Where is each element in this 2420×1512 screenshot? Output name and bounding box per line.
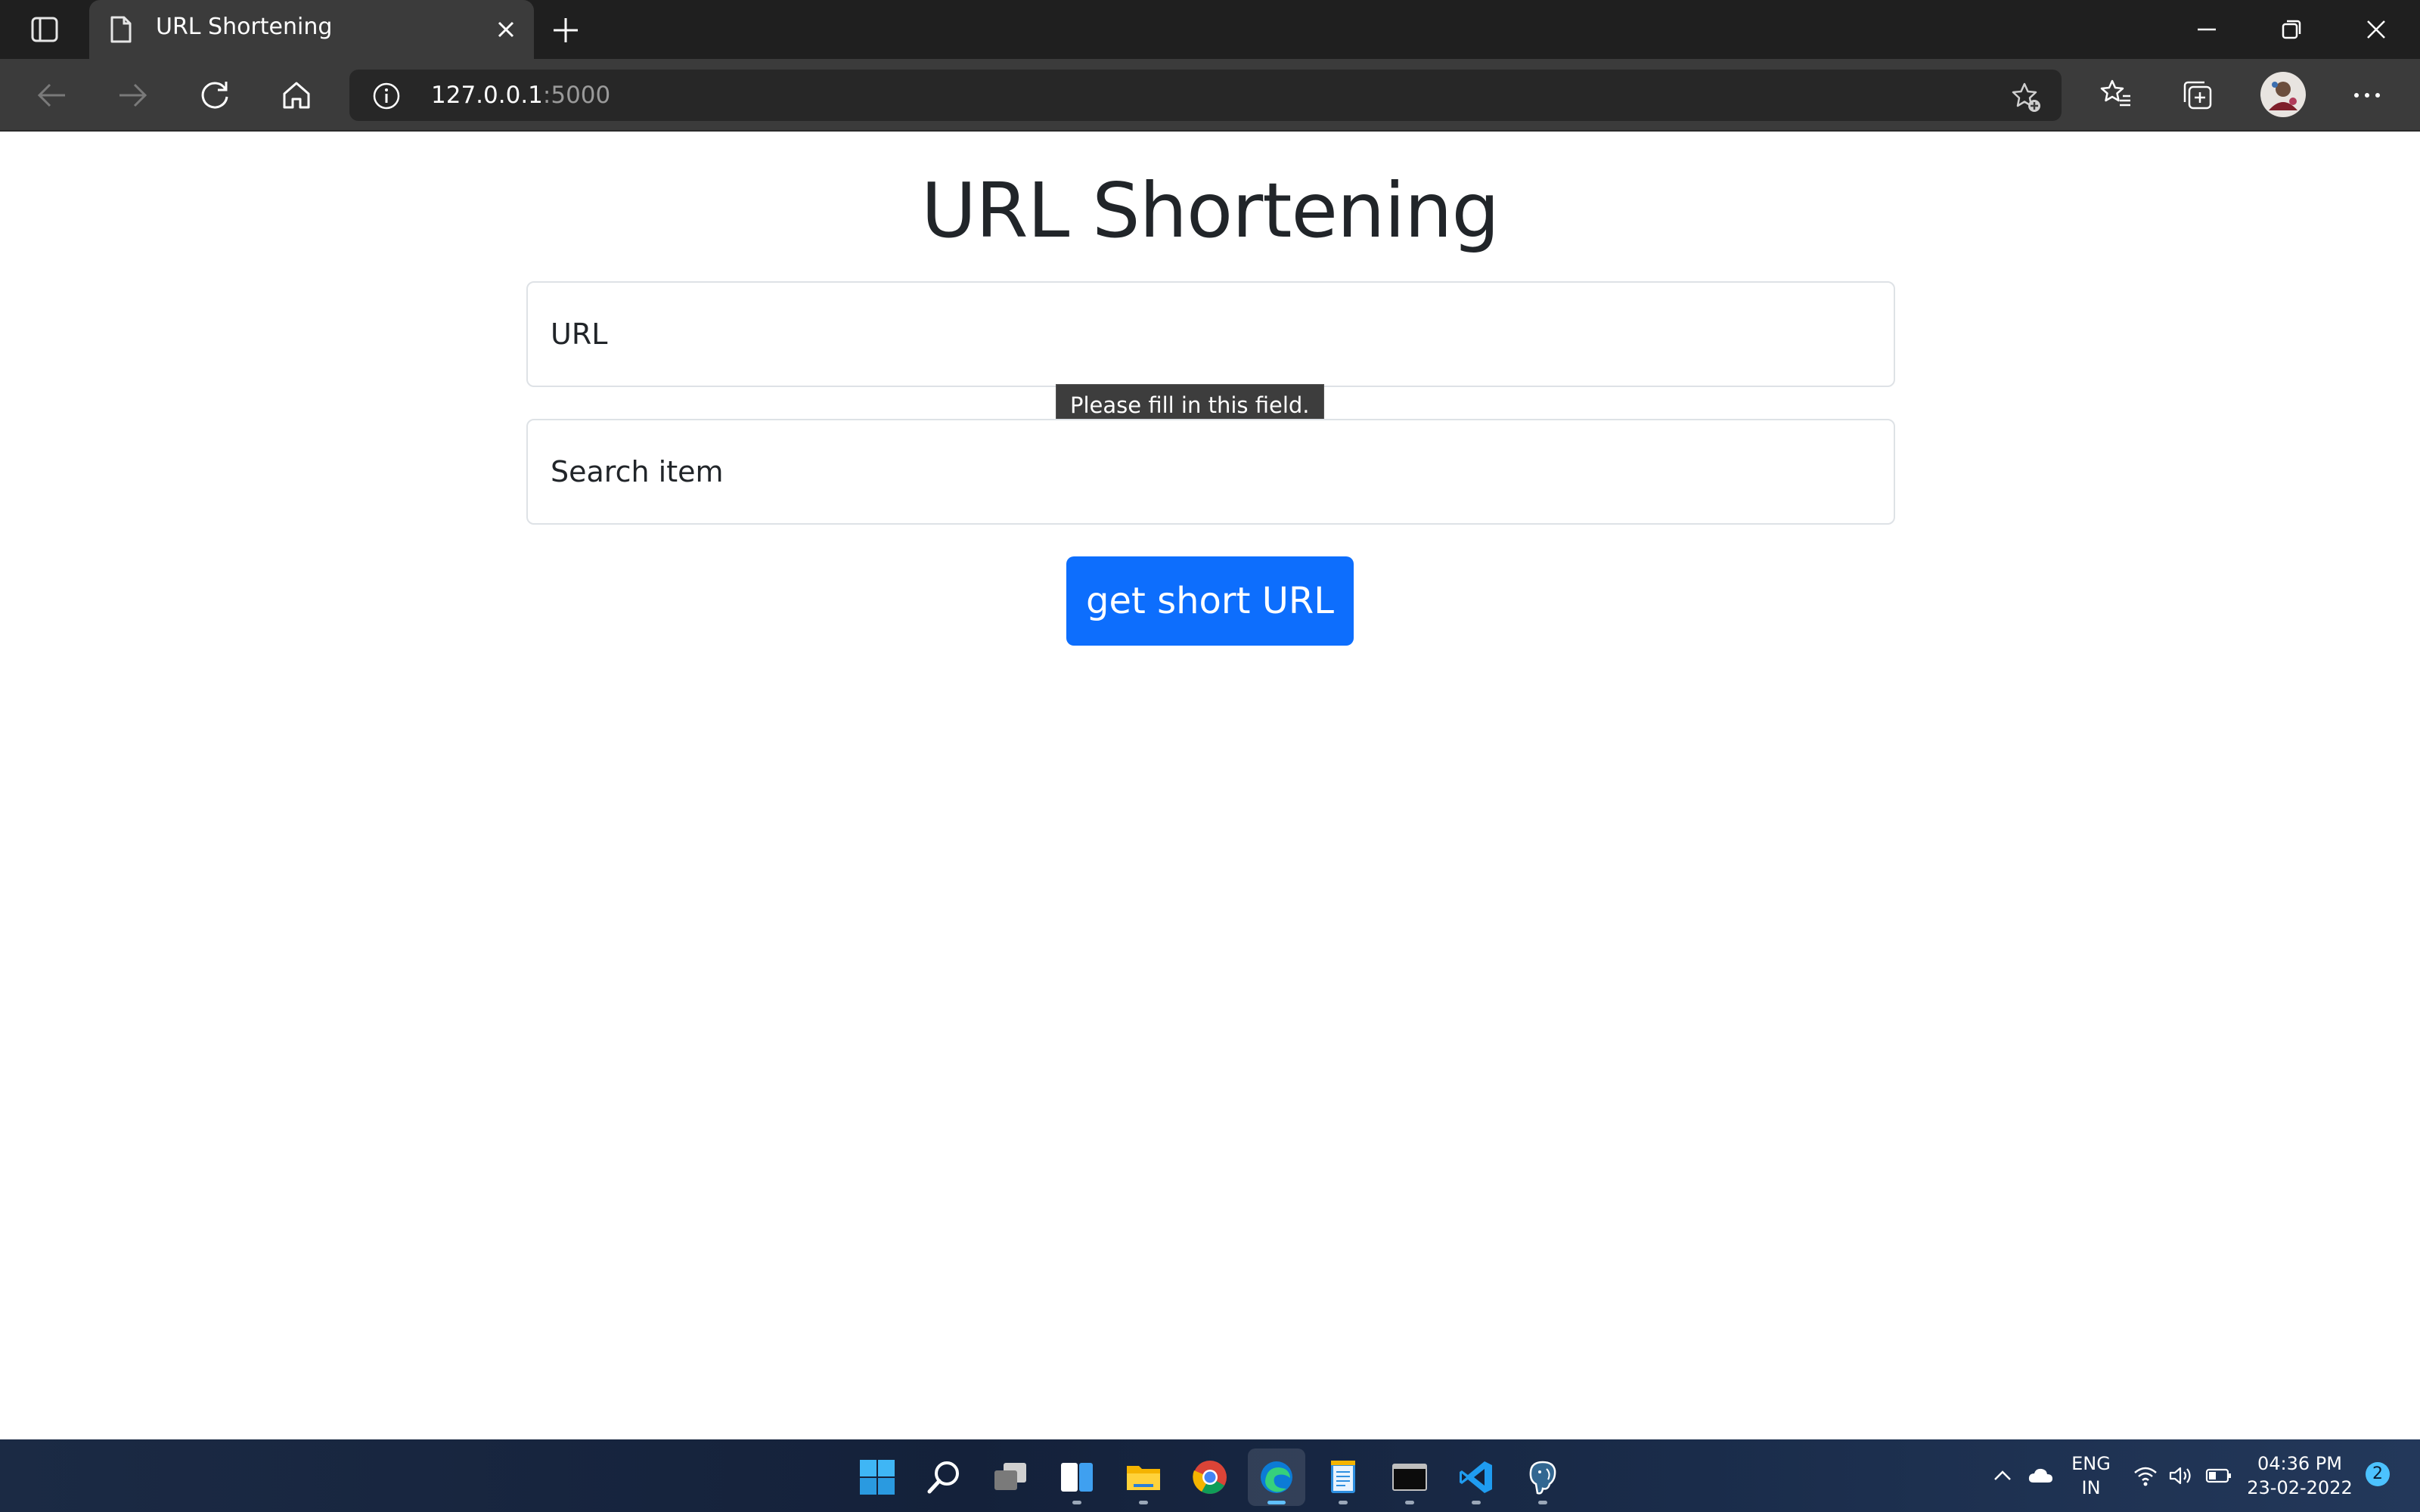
close-icon[interactable] (492, 15, 520, 44)
tab-title: URL Shortening (156, 14, 333, 40)
task-view-icon[interactable] (982, 1448, 1039, 1506)
clock-date: 23-02-2022 (2247, 1477, 2353, 1498)
page-content: URL Shortening Please fill in this field… (0, 132, 2420, 1439)
language-line2: IN (2081, 1477, 2101, 1498)
search-item-input[interactable] (551, 420, 1866, 523)
search-item-field[interactable] (526, 419, 1895, 525)
close-window-icon[interactable] (2334, 0, 2418, 59)
running-indicator (1072, 1501, 1081, 1504)
clock-time: 04:36 PM (2257, 1453, 2342, 1474)
running-indicator (1139, 1501, 1148, 1504)
taskbar: ENG IN 04:36 PM 23-02-2022 (0, 1439, 2420, 1512)
chevron-up-icon[interactable] (1986, 1439, 2019, 1512)
url-input[interactable] (551, 283, 1866, 386)
more-icon[interactable] (2347, 76, 2387, 115)
active-tab[interactable]: URL Shortening (89, 0, 534, 59)
url-host: 127.0.0.1 (431, 82, 543, 109)
search-icon[interactable] (915, 1448, 973, 1506)
running-indicator (1339, 1501, 1348, 1504)
running-indicator (1472, 1501, 1481, 1504)
wifi-icon[interactable] (2130, 1439, 2161, 1512)
home-icon[interactable] (277, 76, 316, 115)
collections-icon[interactable] (2178, 76, 2217, 115)
battery-icon[interactable] (2201, 1439, 2237, 1512)
running-indicator (1405, 1501, 1414, 1504)
terminal-icon[interactable] (1381, 1448, 1438, 1506)
minimize-icon[interactable] (2164, 0, 2249, 59)
edge-icon[interactable] (1248, 1448, 1305, 1506)
get-short-url-button[interactable]: get short URL (1066, 556, 1354, 646)
clock[interactable]: 04:36 PM 23-02-2022 (2243, 1439, 2356, 1512)
language-indicator[interactable]: ENG IN (2065, 1439, 2118, 1512)
notepad-icon[interactable] (1314, 1448, 1372, 1506)
info-icon[interactable] (372, 82, 401, 110)
url-text[interactable]: 127.0.0.1:5000 (431, 82, 610, 109)
back-icon[interactable] (32, 76, 71, 115)
url-port: :5000 (542, 82, 611, 109)
document-icon (109, 15, 133, 44)
running-indicator (1267, 1501, 1286, 1504)
running-indicator (1538, 1501, 1547, 1504)
url-field[interactable] (526, 281, 1895, 387)
postgresql-icon[interactable] (1514, 1448, 1571, 1506)
language-line1: ENG (2071, 1453, 2111, 1474)
address-bar[interactable]: 127.0.0.1:5000 (349, 70, 2062, 121)
browser-toolbar: 127.0.0.1:5000 (0, 59, 2420, 132)
favorites-icon[interactable] (2096, 76, 2136, 115)
page-title: URL Shortening (920, 166, 1500, 255)
file-explorer-icon[interactable] (1115, 1448, 1172, 1506)
plus-icon[interactable] (548, 12, 584, 48)
notification-badge[interactable]: 2 (2366, 1462, 2390, 1486)
onedrive-icon[interactable] (2022, 1439, 2059, 1512)
vscode-icon[interactable] (1447, 1448, 1505, 1506)
browser-tab-bar: URL Shortening (0, 0, 2420, 59)
restore-icon[interactable] (2249, 0, 2334, 59)
tab-actions-icon[interactable] (23, 12, 67, 47)
refresh-icon[interactable] (195, 76, 234, 115)
widgets-icon[interactable] (1048, 1448, 1106, 1506)
start-icon[interactable] (849, 1448, 906, 1506)
forward-icon[interactable] (113, 76, 153, 115)
add-favorite-icon[interactable] (2009, 80, 2043, 115)
volume-icon[interactable] (2164, 1439, 2196, 1512)
profile-avatar[interactable] (2258, 70, 2308, 119)
chrome-icon[interactable] (1181, 1448, 1239, 1506)
